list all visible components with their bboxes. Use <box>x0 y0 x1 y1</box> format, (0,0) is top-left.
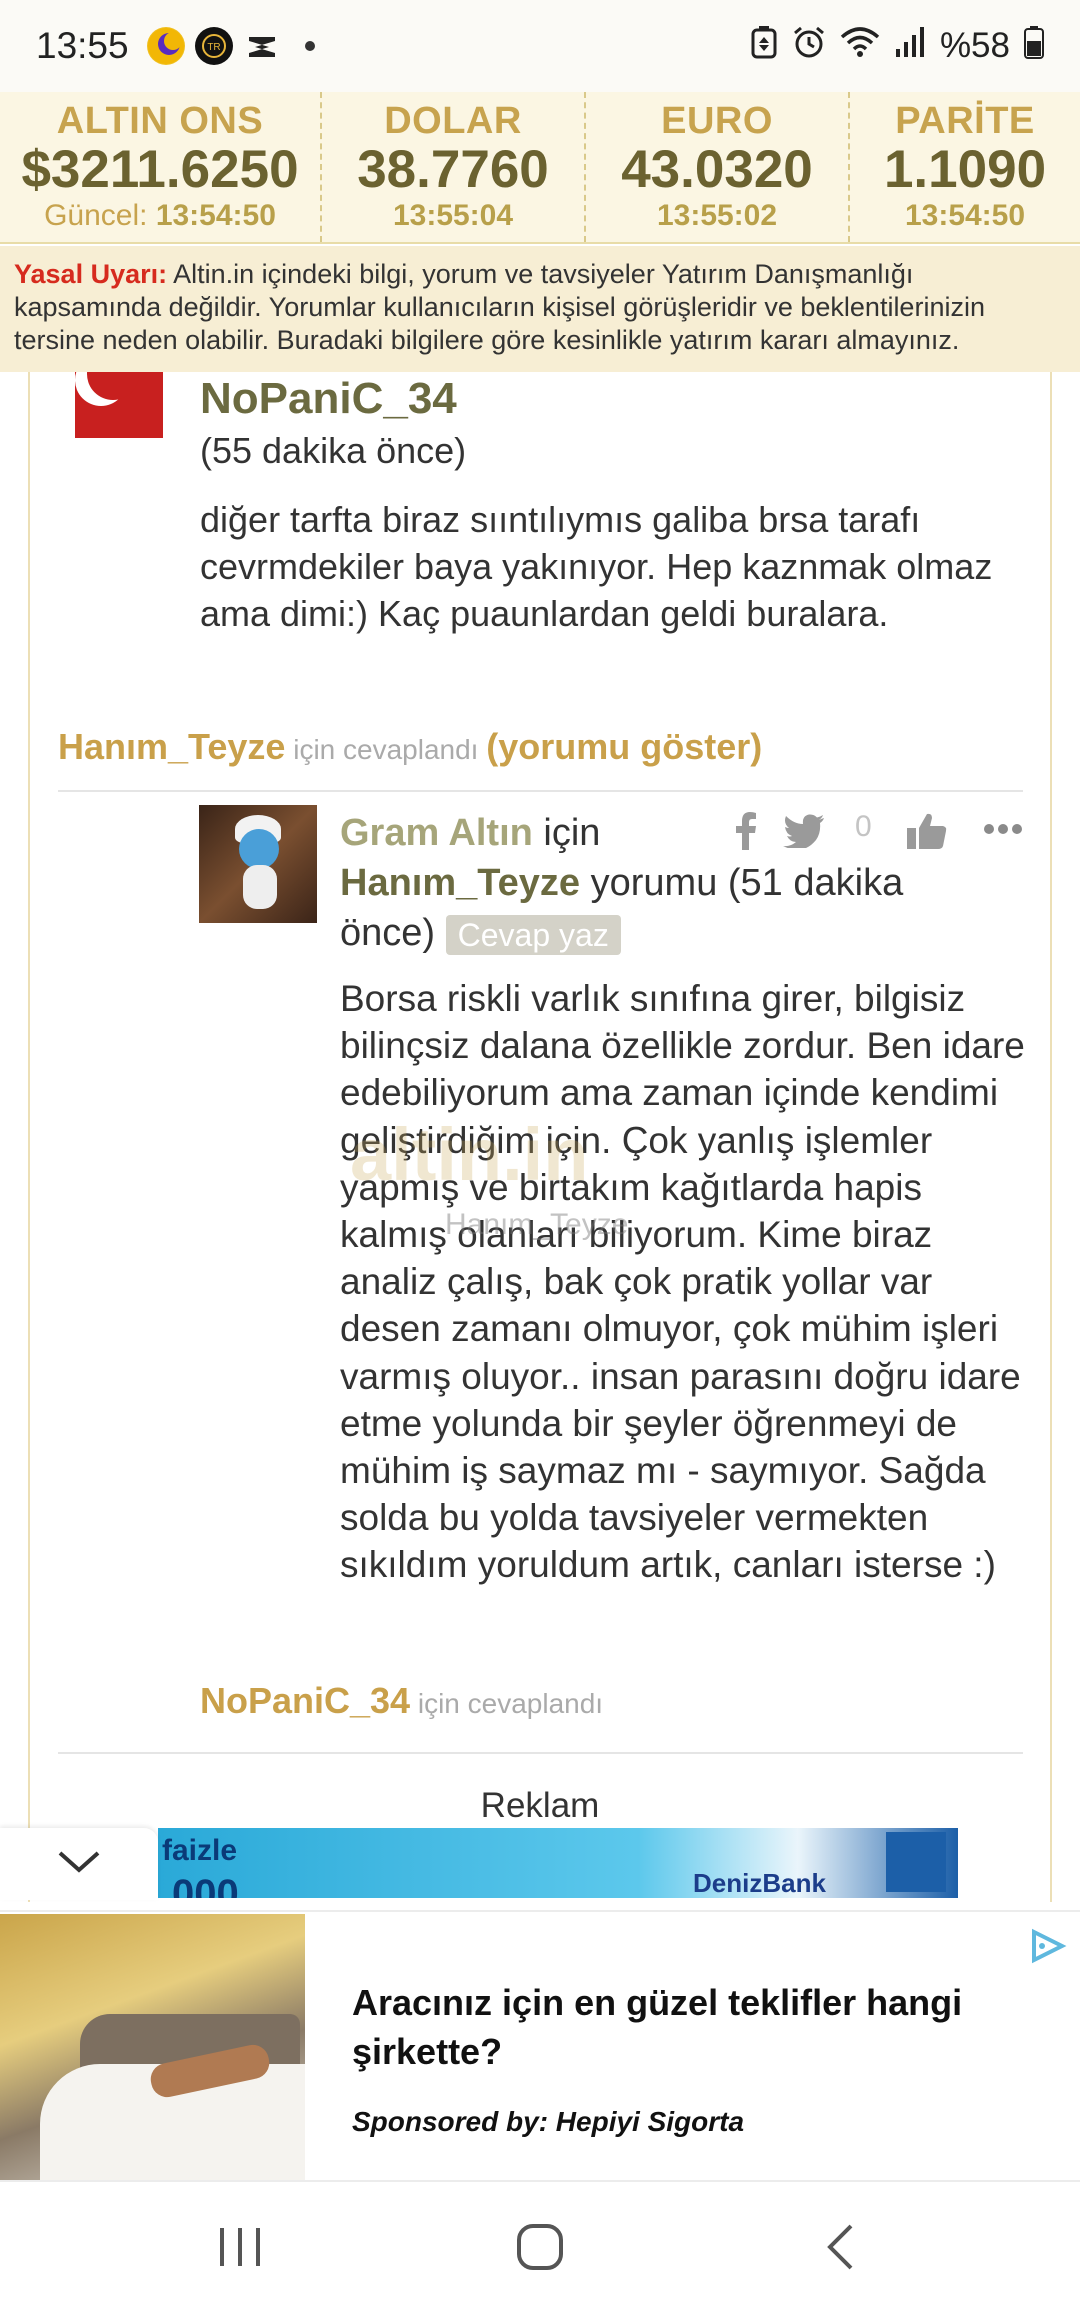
ticker-item-euro[interactable]: EURO 43.0320 13:55:02 <box>586 92 850 242</box>
system-status-icons: %58 <box>750 25 1044 68</box>
ticker-time: 13:55:02 <box>656 199 778 232</box>
signal-icon <box>894 25 926 68</box>
ticker-label: PARİTE <box>895 100 1035 142</box>
ad-banner-text: faizle <box>162 1834 238 1867</box>
ticker-item-dolar[interactable]: DOLAR 38.7760 13:55:04 <box>322 92 586 242</box>
status-time: 13:55 <box>36 25 129 66</box>
collapse-ad-button[interactable] <box>0 1828 158 1900</box>
comment-category-suffix: için <box>532 812 601 854</box>
show-comment-link[interactable]: (yorumu göster) <box>486 726 762 767</box>
ticker-time-prefix: Güncel: <box>44 199 148 232</box>
reply-label: için cevaplandı <box>285 734 487 765</box>
sponsored-ad[interactable]: Aracınız için en güzel teklifler hangi ş… <box>0 1910 1080 2182</box>
back-icon <box>825 2223 855 2276</box>
avatar-body-shape <box>243 865 277 909</box>
ticker-label: ALTIN ONS <box>56 100 264 142</box>
avatar-head-shape <box>239 829 279 869</box>
comment-category-link[interactable]: Gram Altın <box>340 812 533 854</box>
comment-username[interactable]: NoPaniC_34 <box>200 374 457 424</box>
more-options-icon[interactable] <box>983 822 1023 840</box>
reply-to-username[interactable]: Hanım_Teyze <box>58 726 285 767</box>
thumbs-up-icon[interactable] <box>907 812 947 855</box>
avatar[interactable] <box>199 805 317 923</box>
ad-banner-amount: 000 <box>172 1872 239 1898</box>
comment-actions: 0 <box>735 806 1035 856</box>
ticker-label: DOLAR <box>384 100 522 142</box>
reply-info: Hanım_Teyze için cevaplandı (yorumu göst… <box>58 726 762 768</box>
comment-text: Borsa riskli varlık sınıfına girer, bilg… <box>340 978 1025 1586</box>
alarm-icon <box>792 25 826 68</box>
ticker-item-altin-ons[interactable]: ALTIN ONS $3211.6250 Güncel: 13:54:50 <box>0 92 322 242</box>
capcut-icon <box>243 27 281 65</box>
ticker-item-parite[interactable]: PARİTE 1.1090 13:54:50 <box>850 92 1080 242</box>
ticker-time: 13:55:04 <box>392 199 514 232</box>
reply-button[interactable]: Cevap yaz <box>445 914 621 955</box>
ticker-time: 13:54:50 <box>904 199 1026 232</box>
price-ticker: ALTIN ONS $3211.6250 Güncel: 13:54:50 DO… <box>0 92 1080 244</box>
ad-banner[interactable]: faizle 000 DenizBank <box>158 1828 958 1898</box>
moon-app-icon <box>146 27 185 65</box>
ticker-value: 1.1090 <box>883 140 1047 199</box>
avatar[interactable] <box>75 372 163 438</box>
ticker-time-value: 13:54:50 <box>155 199 276 232</box>
reply-label: için cevaplandı <box>410 1688 604 1719</box>
battery-icon <box>1024 25 1044 68</box>
battery-percent: %58 <box>939 26 1010 65</box>
wifi-icon <box>840 25 880 68</box>
divider <box>58 1752 1023 1754</box>
home-icon <box>516 2223 564 2276</box>
back-button[interactable] <box>790 2182 890 2316</box>
comment-username[interactable]: Hanım_Teyze <box>340 862 580 904</box>
legal-warning: Yasal Uyarı: Altin.in içindeki bilgi, yo… <box>0 246 1080 372</box>
notification-icons: TR <box>146 27 329 65</box>
ticker-value: 43.0320 <box>621 140 813 199</box>
ticker-time: Güncel: 13:54:50 <box>44 199 276 233</box>
ticker-value: 38.7760 <box>357 140 549 199</box>
recent-apps-button[interactable] <box>190 2182 290 2316</box>
dot-icon <box>291 27 329 65</box>
sponsored-by: Sponsored by: Hepiyi Sigorta <box>352 2106 745 2137</box>
facebook-icon[interactable] <box>735 812 757 855</box>
legal-warning-lead: Yasal Uyarı: <box>14 259 168 289</box>
divider <box>58 790 1023 792</box>
chevron-down-icon <box>57 1850 101 1879</box>
home-button[interactable] <box>490 2182 590 2316</box>
ad-banner-brand: DenizBank <box>693 1868 826 1898</box>
comment-text: diğer tarfta biraz sııntılıymıs galiba b… <box>200 499 993 634</box>
twitter-icon[interactable] <box>783 814 825 853</box>
svg-text:TR: TR <box>207 42 220 53</box>
sponsored-image <box>0 1914 305 2180</box>
ticker-value: $3211.6250 <box>21 140 299 199</box>
comment-time: (55 dakika önce) <box>200 430 467 471</box>
like-count: 0 <box>855 810 872 843</box>
reply-to-username[interactable]: NoPaniC_34 <box>200 1680 410 1721</box>
recent-apps-icon <box>217 2226 263 2273</box>
ticker-label: EURO <box>661 100 773 142</box>
adchoices-icon[interactable] <box>1028 1926 1068 1966</box>
status-bar: 13:55 TR %58 <box>0 0 1080 92</box>
system-navigation-bar <box>0 2182 1080 2316</box>
ad-banner-logo-icon <box>886 1832 946 1892</box>
battery-saver-icon <box>750 25 778 68</box>
sponsored-title[interactable]: Aracınız için en güzel teklifler hangi ş… <box>352 1978 1052 2076</box>
reply-info: NoPaniC_34 için cevaplandı <box>200 1680 603 1722</box>
tr-app-icon: TR <box>194 27 233 65</box>
ad-label: Reklam <box>480 1786 600 1825</box>
